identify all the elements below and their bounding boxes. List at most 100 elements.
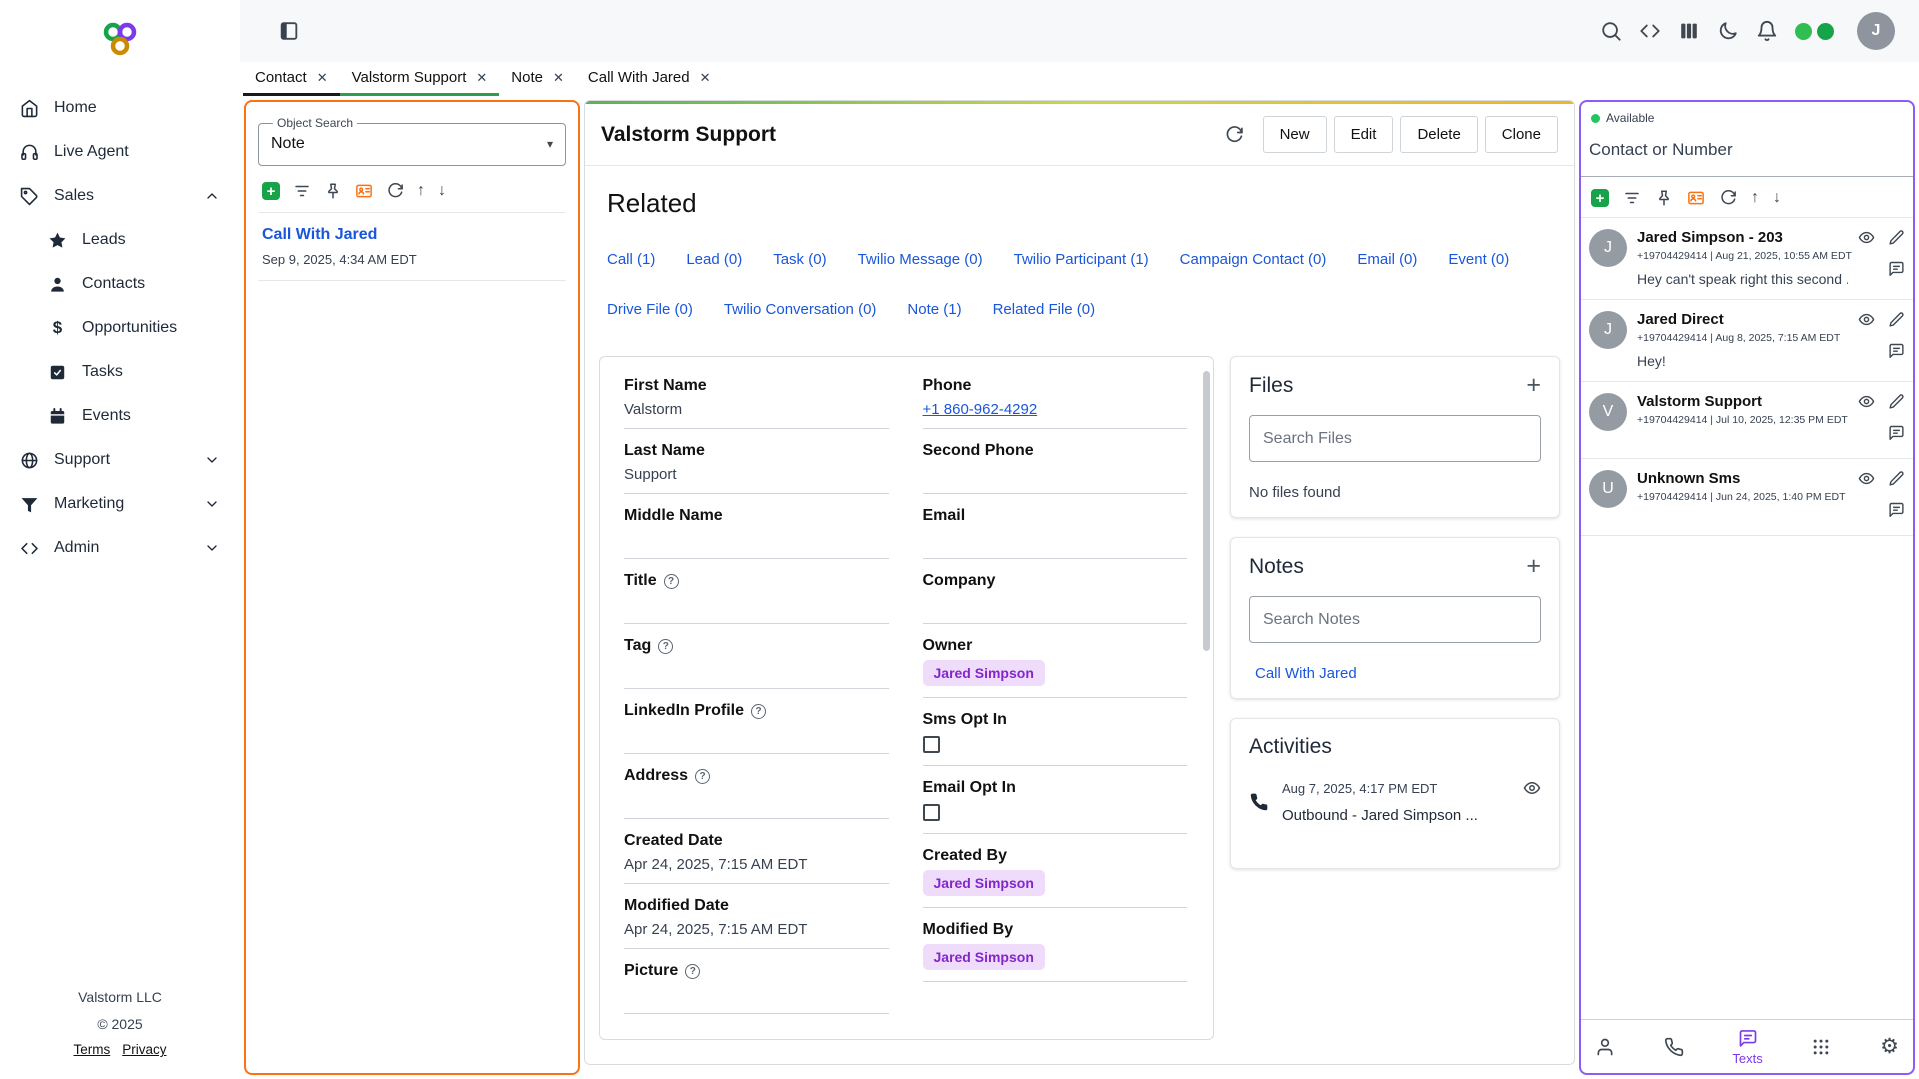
activity-item[interactable]: Aug 7, 2025, 4:17 PM EDT Outbound - Jare… [1249, 779, 1541, 852]
help-icon[interactable]: ? [751, 704, 766, 719]
result-title-link[interactable]: Call With Jared [262, 226, 562, 244]
related-link-campaign-contact[interactable]: Campaign Contact (0) [1180, 251, 1327, 268]
edit-pencil-icon[interactable] [1888, 470, 1905, 492]
pin-icon[interactable] [1655, 189, 1673, 207]
sidebar-item-live-agent[interactable]: Live Agent [0, 130, 240, 174]
clone-button[interactable]: Clone [1485, 116, 1558, 153]
help-icon[interactable]: ? [695, 769, 710, 784]
sort-down-icon[interactable]: ↓ [438, 183, 446, 199]
eye-icon[interactable] [1858, 311, 1875, 333]
details-scrollbar[interactable] [1203, 371, 1210, 651]
pin-icon[interactable] [324, 182, 342, 200]
sidebar-item-leads[interactable]: Leads [0, 218, 240, 262]
message-icon[interactable] [1888, 342, 1905, 364]
columns-view-icon[interactable] [1678, 20, 1700, 42]
message-icon[interactable] [1888, 260, 1905, 282]
texts-tab-button[interactable]: Texts [1732, 1028, 1762, 1066]
sort-up-icon[interactable]: ↑ [1751, 190, 1759, 206]
sort-up-icon[interactable]: ↑ [417, 183, 425, 199]
edit-button[interactable]: Edit [1334, 116, 1394, 153]
conversation-item[interactable]: J Jared Direct +19704429414 | Aug 8, 202… [1581, 300, 1913, 382]
add-record-button[interactable]: + [262, 182, 280, 200]
apps-grid-button[interactable] [1811, 1037, 1831, 1057]
related-link-lead[interactable]: Lead (0) [686, 251, 742, 268]
filter-icon[interactable] [293, 182, 311, 200]
contact-or-number-field[interactable]: Contact or Number [1581, 127, 1913, 177]
sidebar-toggle-button[interactable] [278, 20, 300, 42]
search-files-input[interactable] [1249, 415, 1541, 462]
refresh-icon[interactable] [1224, 125, 1244, 145]
object-search-select[interactable]: Note ▾ [271, 132, 553, 153]
sidebar-item-contacts[interactable]: Contacts [0, 262, 240, 306]
email-opt-in-checkbox[interactable] [923, 804, 940, 821]
terms-link[interactable]: Terms [73, 1037, 110, 1063]
sidebar-item-events[interactable]: Events [0, 394, 240, 438]
search-notes-input[interactable] [1249, 596, 1541, 643]
calls-tab-button[interactable] [1664, 1037, 1684, 1057]
related-link-task[interactable]: Task (0) [773, 251, 826, 268]
contacts-tab-button[interactable] [1595, 1037, 1615, 1057]
settings-gear-icon[interactable]: ⚙ [1880, 1036, 1899, 1057]
add-note-button[interactable]: + [1526, 554, 1541, 579]
message-icon[interactable] [1888, 424, 1905, 446]
message-icon[interactable] [1888, 501, 1905, 523]
tab-contact[interactable]: Contact ✕ [243, 62, 340, 96]
tab-call-with-jared[interactable]: Call With Jared ✕ [576, 62, 723, 96]
add-conversation-button[interactable]: + [1591, 189, 1609, 207]
dark-mode-moon-icon[interactable] [1717, 20, 1739, 42]
filter-icon[interactable] [1623, 189, 1641, 207]
related-link-twilio-participant[interactable]: Twilio Participant (1) [1014, 251, 1149, 268]
related-link-twilio-message[interactable]: Twilio Message (0) [858, 251, 983, 268]
notifications-bell-icon[interactable] [1756, 20, 1778, 42]
contact-card-icon[interactable] [1687, 189, 1705, 207]
modified-by-badge[interactable]: Jared Simpson [923, 944, 1045, 970]
tab-valstorm-support[interactable]: Valstorm Support ✕ [340, 62, 500, 96]
sidebar-item-marketing[interactable]: Marketing [0, 482, 240, 526]
sidebar-item-opportunities[interactable]: $ Opportunities [0, 306, 240, 350]
edit-pencil-icon[interactable] [1888, 229, 1905, 251]
search-icon[interactable] [1600, 20, 1622, 42]
help-icon[interactable]: ? [664, 574, 679, 589]
owner-badge[interactable]: Jared Simpson [923, 660, 1045, 686]
eye-icon[interactable] [1523, 779, 1541, 797]
eye-icon[interactable] [1858, 393, 1875, 415]
sidebar-item-sales[interactable]: Sales [0, 174, 240, 218]
add-file-button[interactable]: + [1526, 373, 1541, 398]
sidebar-item-tasks[interactable]: Tasks [0, 350, 240, 394]
close-icon[interactable]: ✕ [700, 70, 711, 86]
close-icon[interactable]: ✕ [317, 70, 328, 86]
refresh-icon[interactable] [386, 182, 404, 200]
edit-pencil-icon[interactable] [1888, 311, 1905, 333]
related-link-event[interactable]: Event (0) [1448, 251, 1509, 268]
sidebar-item-home[interactable]: Home [0, 86, 240, 130]
privacy-link[interactable]: Privacy [122, 1037, 166, 1063]
edit-pencil-icon[interactable] [1888, 393, 1905, 415]
help-icon[interactable]: ? [658, 639, 673, 654]
sort-down-icon[interactable]: ↓ [1773, 190, 1781, 206]
eye-icon[interactable] [1858, 470, 1875, 492]
conversation-item[interactable]: U Unknown Sms +19704429414 | Jun 24, 202… [1581, 459, 1913, 536]
delete-button[interactable]: Delete [1400, 116, 1477, 153]
related-link-note[interactable]: Note (1) [907, 301, 961, 318]
help-icon[interactable]: ? [685, 964, 700, 979]
new-button[interactable]: New [1263, 116, 1327, 153]
tab-note[interactable]: Note ✕ [499, 62, 576, 96]
sms-opt-in-checkbox[interactable] [923, 736, 940, 753]
user-avatar[interactable]: J [1857, 12, 1895, 50]
status-dot-icon[interactable] [1817, 23, 1834, 40]
related-link-call[interactable]: Call (1) [607, 251, 655, 268]
sidebar-item-admin[interactable]: Admin [0, 526, 240, 570]
eye-icon[interactable] [1858, 229, 1875, 251]
close-icon[interactable]: ✕ [476, 70, 487, 86]
close-icon[interactable]: ✕ [553, 70, 564, 86]
created-by-badge[interactable]: Jared Simpson [923, 870, 1045, 896]
search-result-item[interactable]: Call With Jared Sep 9, 2025, 4:34 AM EDT [258, 213, 566, 281]
code-console-icon[interactable] [1639, 20, 1661, 42]
related-link-twilio-conversation[interactable]: Twilio Conversation (0) [724, 301, 877, 318]
conversation-item[interactable]: V Valstorm Support +19704429414 | Jul 10… [1581, 382, 1913, 459]
refresh-icon[interactable] [1719, 189, 1737, 207]
sidebar-item-support[interactable]: Support [0, 438, 240, 482]
contact-card-icon[interactable] [355, 182, 373, 200]
phone-number-link[interactable]: +1 860-962-4292 [923, 401, 1038, 418]
conversation-item[interactable]: J Jared Simpson - 203 +19704429414 | Aug… [1581, 218, 1913, 300]
